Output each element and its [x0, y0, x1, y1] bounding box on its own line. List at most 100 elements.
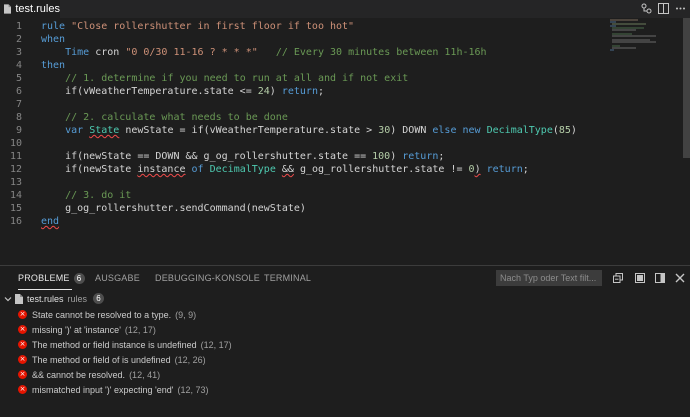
- problem-location: (12, 26): [174, 354, 206, 365]
- line-code: then: [41, 59, 65, 72]
- bottom-panel: PROBLEME 6 AUSGABE DEBUGGING-KONSOLE TERM…: [0, 265, 690, 417]
- problem-item[interactable]: × mismatched input ')' expecting 'end' (12…: [18, 382, 208, 397]
- problem-message: The method or field of is undefined: [32, 354, 171, 365]
- line-code: end: [41, 215, 59, 228]
- line-number: 14: [9, 190, 22, 201]
- code-token: return: [402, 151, 439, 162]
- clear-icon[interactable]: [635, 273, 645, 283]
- code-line[interactable]: 11 if(newState == DOWN && g_og_rollershu…: [0, 150, 600, 163]
- code-token: State: [89, 125, 120, 136]
- line-number: 6: [15, 86, 22, 97]
- line-code: if(newState == DOWN && g_og_rollershutte…: [41, 150, 444, 163]
- code-token: "0 0/30 11-16 ? * * *": [125, 47, 258, 58]
- code-line[interactable]: 8 // 2. calculate what needs to be done: [0, 111, 600, 124]
- code-line[interactable]: 12 if(newState instance of DecimalType &…: [0, 163, 600, 176]
- code-token: else: [432, 125, 457, 136]
- editor-actions: [641, 3, 686, 14]
- toggle-panel-position-icon[interactable]: [655, 273, 665, 283]
- tab-ausgabe[interactable]: AUSGABE: [95, 273, 140, 283]
- code-token: 100: [372, 151, 391, 162]
- problem-item[interactable]: × missing ')' at 'instance' (12, 17): [18, 322, 156, 337]
- code-token: return: [486, 164, 523, 175]
- code-token: ;: [317, 86, 324, 97]
- tab-label: test.rules: [15, 3, 60, 15]
- collapse-all-icon[interactable]: [613, 273, 623, 283]
- code-token: // 3. do it: [65, 190, 132, 201]
- code-line[interactable]: 1 rule "Close rollershutter in first floo…: [0, 20, 600, 33]
- tab-debugging-konsole[interactable]: DEBUGGING-KONSOLE: [155, 273, 260, 283]
- error-icon: ×: [18, 370, 27, 379]
- line-code: // 1. determine if you need to run at al…: [41, 72, 408, 85]
- code-token: instance: [137, 164, 186, 175]
- code-token: // 1. determine if you need to run at al…: [65, 73, 409, 84]
- problem-location: (12, 73): [177, 384, 209, 395]
- problem-item[interactable]: × The method or field instance is undefin…: [18, 337, 232, 352]
- code-token: var: [65, 125, 84, 136]
- line-number: 13: [9, 177, 22, 188]
- problems-file-name: test.rules: [27, 293, 64, 304]
- split-editor-icon[interactable]: [658, 3, 669, 14]
- problem-item[interactable]: × The method or field of is undefined (12,…: [18, 352, 206, 367]
- minimap[interactable]: [610, 18, 680, 58]
- code-line[interactable]: 5 // 1. determine if you need to run at …: [0, 72, 600, 85]
- line-code: when: [41, 33, 65, 46]
- error-icon: ×: [18, 385, 27, 394]
- tab-test-rules[interactable]: test.rules: [0, 0, 60, 18]
- problems-count-badge: 6: [73, 273, 85, 284]
- tab-terminal[interactable]: TERMINAL: [264, 273, 311, 283]
- code-token: rule: [41, 21, 72, 32]
- line-number: 3: [15, 47, 22, 58]
- code-token: ) DOWN: [390, 125, 433, 136]
- code-token: cron: [89, 47, 126, 58]
- error-icon: ×: [18, 355, 27, 364]
- line-number: 10: [9, 138, 22, 149]
- more-actions-icon[interactable]: [675, 3, 686, 14]
- code-line[interactable]: 13: [0, 176, 600, 189]
- problem-message: && cannot be resolved.: [32, 369, 126, 380]
- tab-probleme[interactable]: PROBLEME 6: [18, 273, 85, 284]
- code-line[interactable]: 2 when: [0, 33, 600, 46]
- problem-message: State cannot be resolved to a type.: [32, 309, 172, 320]
- code-token: // 2. calculate what needs to be done: [65, 112, 288, 123]
- line-number: 1: [15, 21, 22, 32]
- code-token: when: [41, 34, 66, 45]
- code-token: if(newState == DOWN && g_og_rollershutte…: [41, 151, 373, 162]
- line-number: 16: [9, 216, 22, 227]
- line-code: // 2. calculate what needs to be done: [41, 111, 288, 124]
- line-code: var State newState = if(vWeatherTemperat…: [41, 124, 577, 137]
- code-token: ): [390, 151, 403, 162]
- code-token: g_og_rollershutter.state !=: [293, 164, 469, 175]
- code-line[interactable]: 15 g_og_rollershutter.sendCommand(newSta…: [0, 202, 600, 215]
- line-code: // 3. do it: [41, 189, 131, 202]
- editor-scrollbar[interactable]: [683, 18, 690, 158]
- code-line[interactable]: 3 Time cron "0 0/30 11-16 ? * * *" // Ev…: [0, 46, 600, 59]
- problems-file-node[interactable]: test.rules rules 6: [0, 291, 105, 306]
- problem-location: (12, 41): [129, 369, 161, 380]
- line-code: if(vWeatherTemperature.state <= 24) retu…: [41, 85, 324, 98]
- code-token: &&: [281, 164, 294, 175]
- open-changes-icon[interactable]: [641, 3, 652, 14]
- code-line[interactable]: 16 end: [0, 215, 600, 228]
- code-token: if(newState: [41, 164, 138, 175]
- code-editor[interactable]: 1 rule "Close rollershutter in first floo…: [0, 18, 690, 265]
- problem-item[interactable]: × && cannot be resolved. (12, 41): [18, 367, 160, 382]
- close-panel-icon[interactable]: [675, 273, 685, 283]
- code-line[interactable]: 7: [0, 98, 600, 111]
- problem-item[interactable]: × State cannot be resolved to a type. (9, …: [18, 307, 196, 322]
- code-token: DecimalType: [486, 125, 553, 136]
- code-line[interactable]: 10: [0, 137, 600, 150]
- code-line[interactable]: 9 var State newState = if(vWeatherTemper…: [0, 124, 600, 137]
- file-icon: [15, 293, 23, 304]
- code-line[interactable]: 4 then: [0, 59, 600, 72]
- problems-filter-input[interactable]: [496, 270, 602, 286]
- code-token: 24: [257, 86, 270, 97]
- code-line[interactable]: 6 if(vWeatherTemperature.state <= 24) re…: [0, 85, 600, 98]
- line-number: 8: [15, 112, 22, 123]
- chevron-down-icon[interactable]: [3, 294, 13, 304]
- error-icon: ×: [18, 325, 27, 334]
- code-line[interactable]: 14 // 3. do it: [0, 189, 600, 202]
- code-token: end: [41, 216, 60, 227]
